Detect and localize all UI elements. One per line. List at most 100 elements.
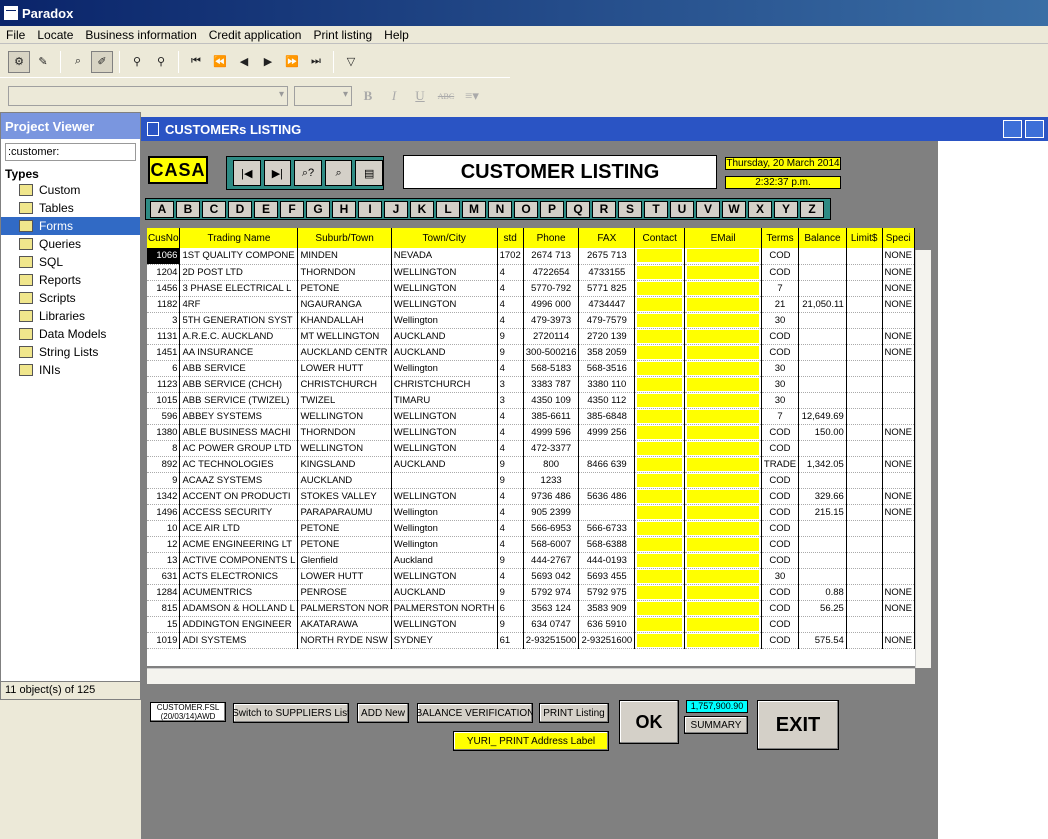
table-row[interactable]: 1380 ABLE BUSINESS MACHI THORNDON WELLINGTO… xyxy=(147,424,915,441)
table-cell[interactable] xyxy=(798,520,847,537)
letter-j-button[interactable]: J xyxy=(384,200,408,218)
table-row[interactable]: 815 ADAMSON & HOLLAND L PALMERSTON NOR PALM… xyxy=(147,600,915,617)
table-row[interactable]: 6 ABB SERVICE LOWER HUTT Wellington 4 568-518… xyxy=(147,360,915,377)
table-cell[interactable] xyxy=(846,568,883,585)
table-row[interactable]: 631 ACTS ELECTRONICS LOWER HUTT WELLINGTON 4… xyxy=(147,568,915,585)
table-cell[interactable] xyxy=(684,424,762,441)
table-cell[interactable] xyxy=(798,536,847,553)
table-cell[interactable]: 1131 xyxy=(147,328,181,345)
italic-icon[interactable]: I xyxy=(384,88,404,104)
table-cell[interactable]: NONE xyxy=(882,632,915,649)
table-cell[interactable] xyxy=(882,440,915,457)
table-cell[interactable]: AC POWER GROUP LTD xyxy=(179,440,299,457)
table-cell[interactable]: Wellington xyxy=(391,536,498,553)
last-icon[interactable]: ▶| xyxy=(263,160,292,186)
table-cell[interactable] xyxy=(846,376,883,393)
table-cell[interactable]: ADI SYSTEMS xyxy=(179,632,299,649)
table-cell[interactable]: NONE xyxy=(882,504,915,521)
table-cell[interactable]: ADDINGTON ENGINEER xyxy=(179,616,299,633)
table-cell[interactable] xyxy=(798,264,847,281)
filter-icon[interactable]: ▽ xyxy=(340,51,362,73)
table-cell[interactable] xyxy=(846,600,883,617)
table-cell[interactable]: WELLINGTON xyxy=(391,568,498,585)
table-cell[interactable]: 5792 974 xyxy=(523,584,580,601)
last-record-icon[interactable]: ⏭ xyxy=(305,51,327,73)
table-cell[interactable] xyxy=(684,344,762,361)
table-cell[interactable]: 9 xyxy=(497,344,524,361)
table-cell[interactable]: NEVADA xyxy=(391,248,498,265)
table-cell[interactable] xyxy=(798,440,847,457)
font-size-combo[interactable] xyxy=(294,86,352,106)
table-cell[interactable]: 568-6007 xyxy=(523,536,580,553)
column-header[interactable]: EMail xyxy=(684,228,762,248)
table-cell[interactable] xyxy=(882,392,915,409)
table-cell[interactable]: NONE xyxy=(882,584,915,601)
table-row[interactable]: 1066 1ST QUALITY COMPONE MINDEN NEVADA 1702 2… xyxy=(147,248,915,265)
pv-item-sql[interactable]: SQL xyxy=(1,253,140,271)
table-cell[interactable]: COD xyxy=(761,248,800,265)
table-cell[interactable]: AC TECHNOLOGIES xyxy=(179,456,299,473)
table-cell[interactable]: 10 xyxy=(147,520,181,537)
table-cell[interactable]: Glenfield xyxy=(297,552,392,569)
table-cell[interactable]: 4 xyxy=(497,440,524,457)
table-cell[interactable]: 30 xyxy=(761,392,800,409)
table-cell[interactable]: 1496 xyxy=(147,504,181,521)
table-cell[interactable]: AUCKLAND xyxy=(391,584,498,601)
table-cell[interactable] xyxy=(846,520,883,537)
table-cell[interactable]: COD xyxy=(761,344,800,361)
table-cell[interactable] xyxy=(846,488,883,505)
table-cell[interactable] xyxy=(882,552,915,569)
table-cell[interactable]: COD xyxy=(761,328,800,345)
table-cell[interactable] xyxy=(684,600,762,617)
table-cell[interactable]: 4722654 xyxy=(523,264,580,281)
table-cell[interactable]: 1233 xyxy=(523,472,580,489)
table-cell[interactable]: 4 xyxy=(497,296,524,313)
table-cell[interactable]: TWIZEL xyxy=(297,392,392,409)
table-cell[interactable] xyxy=(578,472,636,489)
table-cell[interactable]: AA INSURANCE xyxy=(179,344,299,361)
table-cell[interactable]: ABB SERVICE (CHCH) xyxy=(179,376,299,393)
table-cell[interactable] xyxy=(634,536,686,553)
underline-icon[interactable]: U xyxy=(410,88,430,104)
table-cell[interactable]: ACCESS SECURITY xyxy=(179,504,299,521)
table-cell[interactable]: COD xyxy=(761,616,800,633)
table-cell[interactable]: 1451 xyxy=(147,344,181,361)
menu-print-listing[interactable]: Print listing xyxy=(307,28,378,42)
table-cell[interactable]: A.R.E.C. AUCKLAND xyxy=(179,328,299,345)
pv-item-string-lists[interactable]: String Lists xyxy=(1,343,140,361)
table-cell[interactable] xyxy=(634,392,686,409)
table-cell[interactable]: ABB SERVICE (TWIZEL) xyxy=(179,392,299,409)
table-cell[interactable]: AUCKLAND xyxy=(391,456,498,473)
letter-v-button[interactable]: V xyxy=(696,200,720,218)
table-cell[interactable]: 4RF xyxy=(179,296,299,313)
table-cell[interactable]: 56.25 xyxy=(798,600,847,617)
pv-item-tables[interactable]: Tables xyxy=(1,199,140,217)
table-cell[interactable] xyxy=(846,408,883,425)
letter-q-button[interactable]: Q xyxy=(566,200,590,218)
print-address-label-button[interactable]: YURI_ PRINT Address Label xyxy=(453,731,609,751)
table-cell[interactable]: 5693 042 xyxy=(523,568,580,585)
table-cell[interactable]: 12,649.69 xyxy=(798,408,847,425)
table-cell[interactable] xyxy=(882,536,915,553)
table-cell[interactable]: NONE xyxy=(882,488,915,505)
table-cell[interactable] xyxy=(882,520,915,537)
table-cell[interactable]: 9 xyxy=(497,552,524,569)
letter-z-button[interactable]: Z xyxy=(800,200,824,218)
table-cell[interactable] xyxy=(846,328,883,345)
letter-b-button[interactable]: B xyxy=(176,200,200,218)
table-cell[interactable]: COD xyxy=(761,264,800,281)
table-row[interactable]: 1284 ACUMENTRICS PENROSE AUCKLAND 9 5792 974 5… xyxy=(147,584,915,601)
table-cell[interactable]: 13 xyxy=(147,552,181,569)
table-cell[interactable]: CHRISTCHURCH xyxy=(391,376,498,393)
table-cell[interactable]: NORTH RYDE NSW xyxy=(297,632,392,649)
letter-y-button[interactable]: Y xyxy=(774,200,798,218)
table-cell[interactable]: 8 xyxy=(147,440,181,457)
table-cell[interactable]: 385-6848 xyxy=(578,408,636,425)
table-cell[interactable]: ACAAZ SYSTEMS xyxy=(179,472,299,489)
table-cell[interactable] xyxy=(846,456,883,473)
column-header[interactable]: Speci xyxy=(882,228,915,248)
table-cell[interactable]: Auckland xyxy=(391,552,498,569)
table-cell[interactable] xyxy=(634,248,686,265)
table-cell[interactable] xyxy=(846,536,883,553)
table-cell[interactable] xyxy=(684,408,762,425)
